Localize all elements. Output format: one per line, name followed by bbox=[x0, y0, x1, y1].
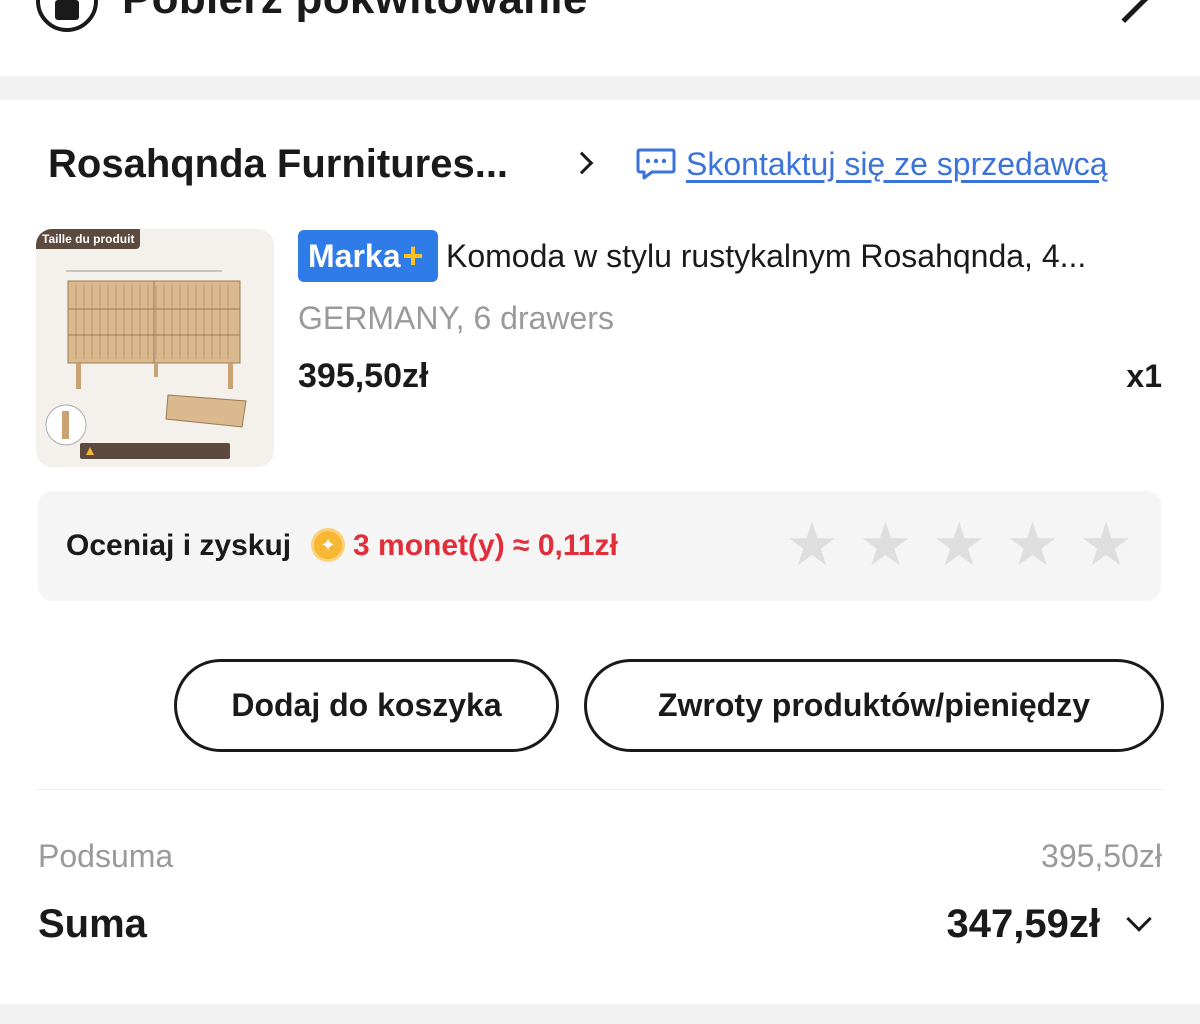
add-to-cart-button[interactable]: Dodaj do koszyka bbox=[174, 659, 559, 752]
subtotal-value: 395,50zł bbox=[1041, 838, 1162, 874]
star-icon[interactable]: ★ bbox=[784, 515, 840, 575]
product-price: 395,50zł bbox=[298, 357, 429, 395]
store-name[interactable]: Rosahqnda Furnitures... bbox=[48, 140, 508, 188]
product-thumbnail[interactable]: Taille du produit bbox=[36, 229, 274, 467]
total-value[interactable]: 347,59zł bbox=[947, 900, 1100, 948]
section-separator bbox=[0, 76, 1200, 100]
star-icon[interactable]: ★ bbox=[1078, 515, 1134, 575]
product-variant: GERMANY, 6 drawers bbox=[298, 300, 614, 336]
receipt-icon bbox=[36, 0, 98, 32]
coin-reward: 3 monet(y) ≈ 0,11zł bbox=[353, 529, 618, 562]
chevron-right-icon bbox=[1100, 0, 1150, 24]
divider bbox=[36, 789, 1164, 790]
download-receipt-row[interactable]: Pobierz pokwitowanie bbox=[0, 0, 1200, 76]
product-title[interactable]: Komoda w stylu rustykalnym Rosahqnda, 4.… bbox=[446, 236, 1166, 276]
brand-plus-badge: Marka + bbox=[298, 230, 438, 282]
plus-icon: + bbox=[402, 235, 424, 276]
rate-and-earn-box: Oceniaj i zyskuj ✦ 3 monet(y) ≈ 0,11zł ★… bbox=[38, 491, 1161, 601]
chevron-right-icon[interactable] bbox=[570, 151, 594, 175]
star-rating[interactable]: ★ ★ ★ ★ ★ bbox=[784, 515, 1152, 575]
contact-seller-label: Skontaktuj się ze sprzedawcą bbox=[686, 145, 1108, 182]
coin-icon: ✦ bbox=[311, 528, 345, 562]
returns-refund-button[interactable]: Zwroty produktów/pieniędzy bbox=[584, 659, 1164, 752]
chat-icon bbox=[636, 147, 676, 181]
total-label: Suma bbox=[38, 902, 147, 946]
star-icon[interactable]: ★ bbox=[931, 515, 987, 575]
download-receipt-label: Pobierz pokwitowanie bbox=[122, 0, 588, 24]
subtotal-label: Podsuma bbox=[38, 838, 174, 874]
star-icon[interactable]: ★ bbox=[1005, 515, 1061, 575]
star-icon[interactable]: ★ bbox=[858, 515, 914, 575]
dresser-image bbox=[45, 270, 247, 459]
section-separator bbox=[0, 1004, 1200, 1024]
chevron-down-icon[interactable] bbox=[1126, 906, 1152, 932]
rate-label: Oceniaj i zyskuj bbox=[66, 529, 292, 562]
contact-seller-link[interactable]: Skontaktuj się ze sprzedawcą bbox=[636, 144, 1108, 184]
thumbnail-tag: Taille du produit bbox=[36, 229, 141, 249]
brand-badge-text: Marka bbox=[308, 238, 401, 274]
product-quantity: x1 bbox=[1126, 358, 1162, 394]
